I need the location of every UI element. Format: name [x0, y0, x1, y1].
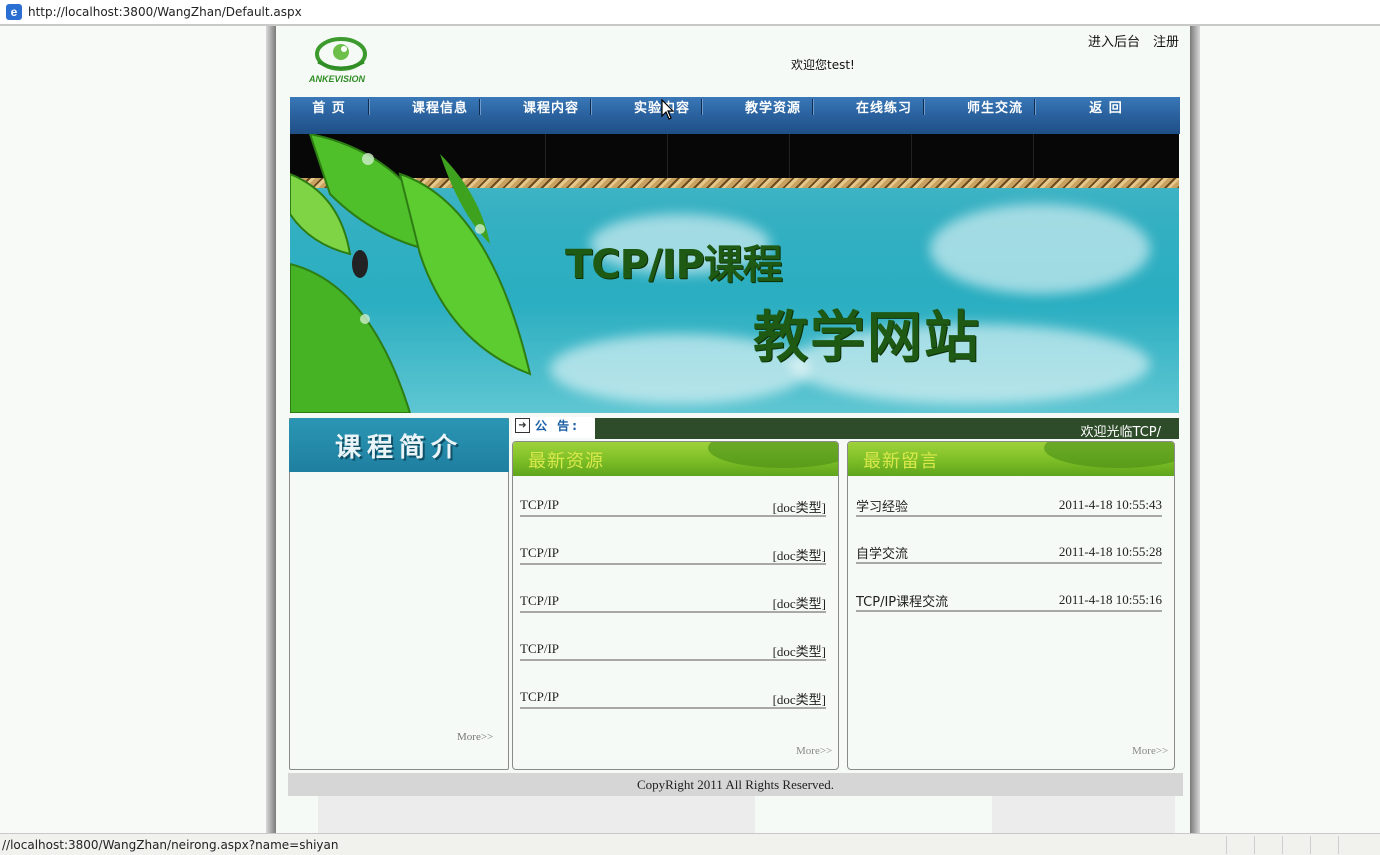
message-title[interactable]: TCP/IP课程交流	[856, 591, 948, 610]
admin-link[interactable]: 进入后台	[1088, 31, 1140, 50]
browser-page-icon: e	[6, 4, 22, 20]
banner-column-line	[789, 134, 790, 180]
frame-shadow-right	[1190, 26, 1200, 833]
notice-text[interactable]: 欢迎光临TCP/	[1081, 421, 1161, 440]
resource-name[interactable]: TCP/IP	[520, 641, 559, 657]
message-title[interactable]: 自学交流	[856, 543, 908, 562]
nav-course-content[interactable]: 课程内容	[501, 97, 601, 118]
welcome-text: 欢迎您test!	[791, 58, 855, 72]
resource-name[interactable]: TCP/IP	[520, 593, 559, 609]
message-title[interactable]: 学习经验	[856, 496, 908, 515]
status-panes	[1226, 836, 1380, 854]
nav-course-info[interactable]: 课程信息	[390, 97, 490, 118]
latest-resources-title: 最新资源	[528, 451, 604, 472]
nav-separator	[590, 99, 592, 115]
banner-column-line	[667, 134, 668, 180]
status-pane	[1254, 836, 1282, 854]
resource-name[interactable]: TCP/IP	[520, 545, 559, 561]
browser-status-bar: //localhost:3800/WangZhan/neirong.aspx?n…	[0, 833, 1380, 855]
resource-type: [doc类型]	[772, 596, 826, 611]
list-item[interactable]: TCP/IP [doc类型]	[520, 641, 826, 661]
banner-title-line2: 教学网站	[753, 305, 982, 369]
list-item[interactable]: TCP/IP [doc类型]	[520, 545, 826, 565]
course-intro-title: 课程简介	[334, 432, 463, 463]
intro-more-link[interactable]: More>>	[457, 731, 493, 743]
footer-lower-block	[318, 796, 755, 833]
nav-separator	[701, 99, 703, 115]
nav-exchange[interactable]: 师生交流	[945, 97, 1045, 118]
list-item[interactable]: TCP/IP课程交流 2011-4-18 10:55:16	[856, 592, 1162, 612]
list-item[interactable]: TCP/IP [doc类型]	[520, 689, 826, 709]
status-pane	[1226, 836, 1254, 854]
resource-type: [doc类型]	[772, 692, 826, 707]
footer: CopyRight 2011 All Rights Reserved.	[288, 773, 1183, 796]
message-time: 2011-4-18 10:55:16	[1058, 592, 1162, 607]
list-item[interactable]: 自学交流 2011-4-18 10:55:28	[856, 544, 1162, 564]
hero-banner: TCP/IP课程 教学网站	[290, 134, 1179, 413]
nav-back[interactable]: 返 回	[1056, 97, 1156, 118]
leaves-illustration-icon	[290, 134, 532, 413]
copyright-text: CopyRight 2011 All Rights Reserved.	[636, 776, 835, 792]
latest-resources-header: 最新资源	[513, 442, 838, 476]
footer-lower-block	[992, 796, 1175, 833]
list-item[interactable]: 学习经验 2011-4-18 10:55:43	[856, 497, 1162, 517]
banner-cloud	[930, 204, 1150, 294]
status-pane	[1282, 836, 1310, 854]
top-links: 进入后台 注册	[1088, 31, 1179, 50]
nav-separator	[812, 99, 814, 115]
course-intro-header: 课程简介	[289, 418, 509, 472]
mouse-cursor-icon	[661, 99, 675, 120]
arrow-right-icon: ➜	[515, 418, 530, 433]
nav-separator	[923, 99, 925, 115]
nav-teaching-resources[interactable]: 教学资源	[723, 97, 823, 118]
resource-type: [doc类型]	[772, 500, 826, 515]
resource-name[interactable]: TCP/IP	[520, 689, 559, 705]
address-bar[interactable]: e http://localhost:3800/WangZhan/Default…	[0, 0, 1380, 26]
main-nav: 首 页 课程信息 课程内容 实验内容 教学资源 在线练习 师生交流 返 回	[290, 97, 1180, 134]
frame-shadow-left	[266, 26, 276, 833]
status-pane	[1338, 836, 1380, 854]
message-time: 2011-4-18 10:55:43	[1058, 497, 1162, 512]
nav-separator	[1034, 99, 1036, 115]
list-item[interactable]: TCP/IP [doc类型]	[520, 497, 826, 517]
message-time: 2011-4-18 10:55:28	[1058, 544, 1162, 559]
list-item[interactable]: TCP/IP [doc类型]	[520, 593, 826, 613]
resource-name[interactable]: TCP/IP	[520, 497, 559, 513]
latest-messages-title: 最新留言	[863, 451, 939, 472]
logo-text: ANKEVISION	[309, 74, 366, 84]
nav-online-practice[interactable]: 在线练习	[834, 97, 934, 118]
banner-column-line	[911, 134, 912, 180]
address-url[interactable]: http://localhost:3800/WangZhan/Default.a…	[28, 5, 302, 19]
resource-type: [doc类型]	[772, 548, 826, 563]
status-url: //localhost:3800/WangZhan/neirong.aspx?n…	[2, 837, 339, 852]
register-link[interactable]: 注册	[1153, 31, 1179, 50]
notice-marquee: 欢迎光临TCP/	[595, 418, 1179, 440]
resource-type: [doc类型]	[772, 644, 826, 659]
notice-label: 公 告:	[535, 419, 580, 433]
messages-more-link[interactable]: More>>	[1132, 745, 1168, 757]
nav-separator	[368, 99, 370, 115]
nav-separator	[479, 99, 481, 115]
nav-home[interactable]: 首 页	[290, 97, 368, 118]
resources-more-link[interactable]: More>>	[796, 745, 832, 757]
status-pane	[1310, 836, 1338, 854]
banner-title-line1: TCP/IP课程	[565, 242, 783, 288]
latest-messages-header: 最新留言	[848, 442, 1174, 476]
banner-column-line	[1033, 134, 1034, 180]
